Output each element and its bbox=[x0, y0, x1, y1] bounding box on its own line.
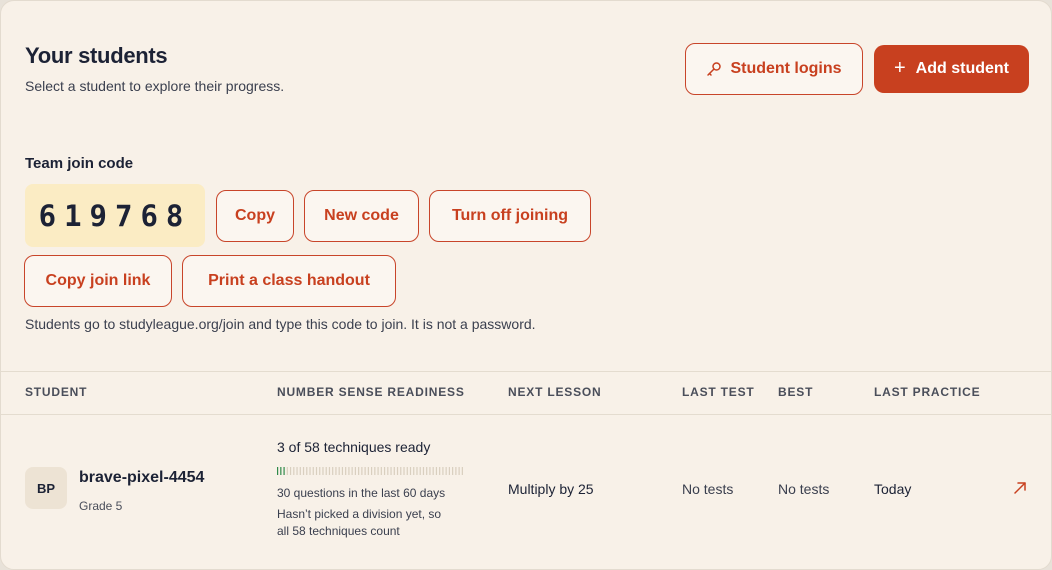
pending-tick bbox=[390, 467, 392, 475]
pending-tick bbox=[328, 467, 331, 475]
add-student-button[interactable]: + Add student bbox=[874, 45, 1029, 93]
pending-tick bbox=[461, 467, 463, 475]
column-header-best: BEST bbox=[778, 385, 814, 399]
pending-tick bbox=[409, 467, 412, 475]
pending-tick bbox=[377, 467, 379, 475]
pending-tick bbox=[442, 467, 444, 475]
pending-tick bbox=[361, 467, 363, 475]
pending-tick bbox=[458, 467, 460, 475]
pending-tick bbox=[302, 467, 305, 475]
pending-tick bbox=[387, 467, 389, 475]
pending-tick bbox=[345, 467, 347, 475]
pending-tick bbox=[364, 467, 366, 475]
student-logins-button[interactable]: Student logins bbox=[685, 43, 863, 95]
join-code: 619768 bbox=[25, 184, 205, 247]
copy-code-button[interactable]: Copy bbox=[216, 190, 294, 242]
next-lesson: Multiply by 25 bbox=[508, 481, 594, 497]
pending-tick bbox=[432, 467, 434, 475]
pending-tick bbox=[422, 467, 425, 475]
best-score: No tests bbox=[778, 481, 830, 497]
pending-tick bbox=[332, 467, 334, 475]
questions-count: 30 questions in the last 60 days bbox=[277, 486, 446, 500]
pending-tick bbox=[315, 467, 318, 475]
pending-tick bbox=[335, 467, 337, 475]
last-test: No tests bbox=[682, 481, 734, 497]
avatar: BP bbox=[25, 467, 67, 509]
pending-tick bbox=[367, 467, 369, 475]
pending-tick bbox=[445, 467, 447, 475]
pending-tick bbox=[396, 467, 399, 475]
pending-tick bbox=[306, 467, 308, 475]
pending-tick bbox=[426, 467, 428, 475]
pending-tick bbox=[289, 467, 292, 475]
pending-tick bbox=[348, 467, 350, 475]
students-panel: Your students Select a student to explor… bbox=[0, 0, 1052, 570]
pending-tick bbox=[325, 467, 327, 475]
pending-tick bbox=[371, 467, 373, 475]
page-subtitle: Select a student to explore their progre… bbox=[25, 78, 285, 94]
pending-tick bbox=[393, 467, 395, 475]
student-name[interactable]: brave-pixel-4454 bbox=[79, 469, 204, 487]
pending-tick bbox=[439, 467, 441, 475]
key-icon bbox=[707, 62, 722, 76]
join-code-heading: Team join code bbox=[25, 155, 134, 172]
pending-tick bbox=[452, 467, 454, 475]
arrow-up-right-icon[interactable] bbox=[1013, 481, 1027, 495]
student-grade: Grade 5 bbox=[79, 499, 123, 513]
new-code-button[interactable]: New code bbox=[304, 190, 419, 242]
ready-tick bbox=[280, 467, 282, 475]
pending-tick bbox=[309, 467, 311, 475]
pending-tick bbox=[296, 467, 298, 475]
pending-tick bbox=[299, 467, 301, 475]
pending-tick bbox=[419, 467, 421, 475]
pending-tick bbox=[358, 467, 360, 475]
pending-tick bbox=[455, 467, 457, 475]
pending-tick bbox=[380, 467, 382, 475]
pending-tick bbox=[374, 467, 376, 475]
pending-tick bbox=[319, 467, 321, 475]
pending-tick bbox=[351, 467, 353, 475]
ready-tick bbox=[277, 467, 279, 475]
pending-tick bbox=[338, 467, 340, 475]
pending-tick bbox=[312, 467, 314, 475]
join-help-text: Students go to studyleague.org/join and … bbox=[25, 316, 536, 332]
column-header-last-practice: LAST PRACTICE bbox=[874, 385, 981, 399]
print-handout-button[interactable]: Print a class handout bbox=[182, 255, 396, 307]
pending-tick bbox=[354, 467, 356, 475]
copy-join-link-button[interactable]: Copy join link bbox=[24, 255, 172, 307]
pending-tick bbox=[416, 467, 418, 475]
readiness-progress bbox=[277, 467, 463, 475]
pending-tick bbox=[293, 467, 295, 475]
pending-tick bbox=[383, 467, 386, 475]
pending-tick bbox=[403, 467, 405, 475]
pending-tick bbox=[341, 467, 344, 475]
pending-tick bbox=[448, 467, 450, 475]
divider bbox=[1, 414, 1052, 415]
column-header-readiness: NUMBER SENSE READINESS bbox=[277, 385, 465, 399]
column-header-last-test: LAST TEST bbox=[682, 385, 755, 399]
divider bbox=[1, 371, 1052, 372]
pending-tick bbox=[400, 467, 402, 475]
pending-tick bbox=[322, 467, 324, 475]
column-header-next-lesson: NEXT LESSON bbox=[508, 385, 602, 399]
ready-tick bbox=[283, 467, 285, 475]
pending-tick bbox=[435, 467, 438, 475]
readiness-summary: 3 of 58 techniques ready bbox=[277, 439, 431, 455]
last-practice: Today bbox=[874, 481, 912, 497]
division-note-continued: all 58 techniques count bbox=[277, 524, 400, 538]
pending-tick bbox=[413, 467, 415, 475]
student-logins-label: Student logins bbox=[730, 60, 842, 77]
turn-off-joining-button[interactable]: Turn off joining bbox=[429, 190, 591, 242]
page-title: Your students bbox=[25, 43, 168, 68]
add-student-label: Add student bbox=[915, 60, 1009, 77]
plus-icon: + bbox=[893, 56, 906, 79]
column-header-student: STUDENT bbox=[25, 385, 88, 399]
pending-tick bbox=[406, 467, 408, 475]
division-note: Hasn’t picked a division yet, so bbox=[277, 507, 442, 521]
pending-tick bbox=[429, 467, 431, 475]
pending-tick bbox=[286, 467, 288, 475]
